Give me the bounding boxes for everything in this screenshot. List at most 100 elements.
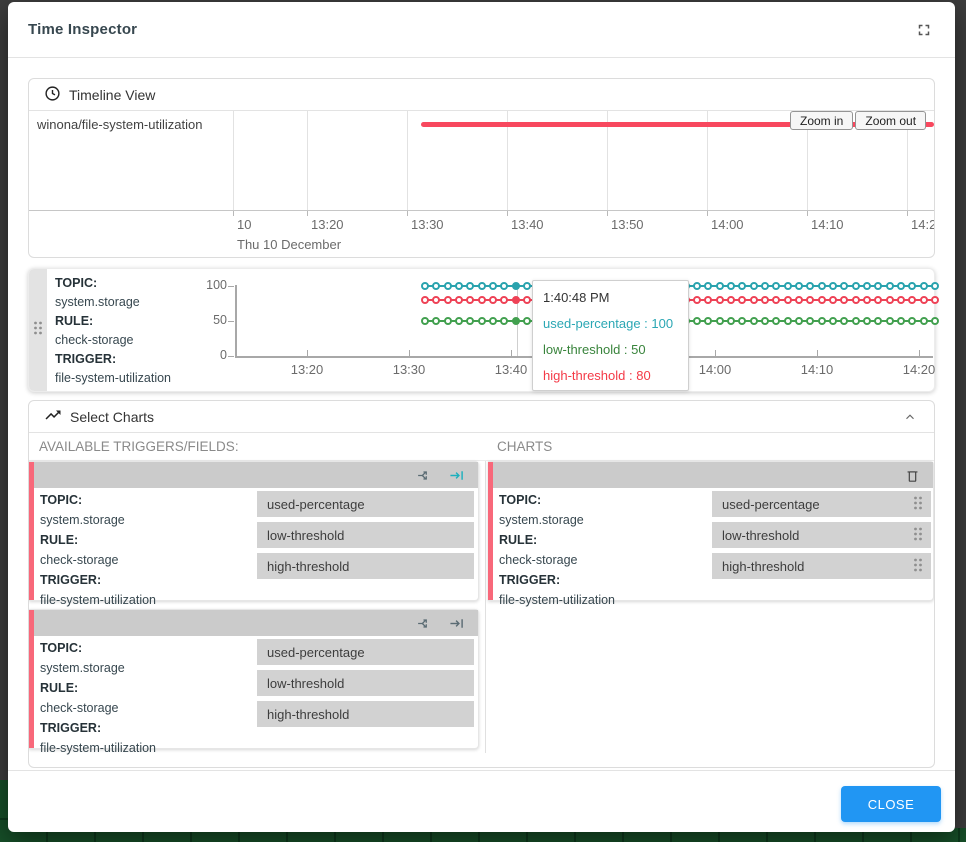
data-point-ring [432,296,440,304]
timeline-gridline [307,111,308,210]
collapse-button[interactable] [901,408,919,426]
timeline-tick-label: 13:30 [411,217,444,232]
chart-x-tick-label: 13:20 [291,362,324,377]
available-field-pill[interactable]: used-percentage [257,639,474,665]
chart-x-tick-label: 13:40 [495,362,528,377]
data-point-ring [738,317,746,325]
trigger-chart-card: TOPIC: system.storage RULE: check-storag… [28,268,935,392]
split-fields-button[interactable] [414,465,435,486]
chart-x-tick-label: 13:30 [393,362,426,377]
data-point-ring [874,296,882,304]
topic-label: TOPIC: [499,493,541,507]
data-point-ring [693,282,701,290]
chart-y-tick [228,356,234,357]
chart-y-tick-label: 100 [197,278,227,292]
data-point-ring [704,317,712,325]
data-point-ring [852,282,860,290]
zoom-out-button[interactable]: Zoom out [855,111,926,130]
dialog-header: Time Inspector [8,2,955,58]
trigger-label: TRIGGER: [499,573,560,587]
data-point-ring [806,317,814,325]
chart-y-tick [228,286,234,287]
data-point-ring [931,317,939,325]
timeline-tick-label: 10 [237,217,251,232]
data-point-ring [478,296,486,304]
data-point-ring [489,296,497,304]
chart-definition-card: TOPIC: system.storage RULE: check-storag… [488,461,934,601]
data-point-ring [920,296,928,304]
timeline-tick-label: 13:50 [611,217,644,232]
rule-label: RULE: [40,533,78,547]
data-point-ring [478,317,486,325]
column-headings: AVAILABLE TRIGGERS/FIELDS: CHARTS [29,433,934,461]
chart-x-tick-label: 14:00 [699,362,732,377]
available-trigger-card: TOPIC: system.storage RULE: check-storag… [29,609,479,749]
card-body: TOPIC: system.storage RULE: check-storag… [29,636,478,748]
timeline-tick-label: 14:10 [811,217,844,232]
timeline-tick [907,211,908,216]
field-pills: used-percentage low-threshold high-thres… [257,491,474,579]
rule-value: check-storage [40,550,156,570]
chart-plot[interactable]: 05010013:2013:3013:4013:5014:0014:1014:2… [29,269,934,391]
add-to-charts-button[interactable] [447,613,468,634]
rule-value: check-storage [40,698,156,718]
chart-field-pill[interactable]: high-threshold [712,553,931,579]
zoom-in-button[interactable]: Zoom in [790,111,853,130]
data-point-ring [784,282,792,290]
select-charts-panel: Select Charts AVAILABLE TRIGGERS/FIELDS:… [28,400,935,768]
data-point-ring [920,282,928,290]
available-triggers-column: TOPIC: system.storage RULE: check-storag… [29,461,479,757]
fullscreen-button[interactable] [913,19,935,41]
chart-y-tick [228,321,234,322]
clock-icon [44,85,61,105]
timeline-tick-label: 13:20 [311,217,344,232]
data-point-ring [863,317,871,325]
data-point-ring [523,296,531,304]
arrow-to-bar-icon [449,620,466,635]
chart-field-pill[interactable]: low-threshold [712,522,931,548]
card-accent-stripe [29,462,34,600]
data-point-ring [784,317,792,325]
timeline-tick [307,211,308,216]
close-button[interactable]: CLOSE [841,786,941,822]
data-point-ring [466,317,474,325]
topic-label: TOPIC: [40,493,82,507]
charts-column: TOPIC: system.storage RULE: check-storag… [488,461,934,609]
chart-field-pill[interactable]: used-percentage [712,491,931,517]
trigger-info: TOPIC: system.storage RULE: check-storag… [40,490,156,610]
drag-handle-icon [912,495,924,514]
data-point-ring [863,282,871,290]
trending-up-icon [44,406,62,427]
chart-y-tick-label: 50 [197,313,227,327]
available-field-pill[interactable]: used-percentage [257,491,474,517]
timeline-chart[interactable]: winona/file-system-utilization Zoom in Z… [29,111,934,210]
data-point-ring [738,296,746,304]
trigger-info: TOPIC: system.storage RULE: check-storag… [40,638,156,758]
timeline-tick [607,211,608,216]
add-to-charts-button[interactable] [447,465,468,486]
delete-chart-button[interactable] [902,465,923,486]
chart-x-tick [919,350,920,356]
select-charts-title: Select Charts [70,409,154,425]
time-inspector-dialog: Time Inspector Timeline View winona/file… [8,2,955,832]
timeline-tick [233,211,234,216]
data-point-ring [478,282,486,290]
available-field-pill[interactable]: low-threshold [257,522,474,548]
data-point-ring [466,282,474,290]
split-fields-button[interactable] [414,613,435,634]
topic-value: system.storage [40,510,156,530]
available-field-pill[interactable]: high-threshold [257,553,474,579]
data-point-ring [512,282,520,290]
column-divider [485,461,486,753]
data-point-ring [444,317,452,325]
timeline-axis-date: Thu 10 December [237,237,341,252]
timeline-tick-label: 13:40 [511,217,544,232]
available-field-pill[interactable]: high-threshold [257,701,474,727]
timeline-tick [407,211,408,216]
available-field-pill[interactable]: low-threshold [257,670,474,696]
data-point-ring [421,317,429,325]
timeline-tick [507,211,508,216]
timeline-axis: Thu 10 December 10 13:20 13:30 13:40 13:50 14… [29,210,934,256]
card-toolbar [29,610,478,636]
drag-handle-icon [912,557,924,576]
